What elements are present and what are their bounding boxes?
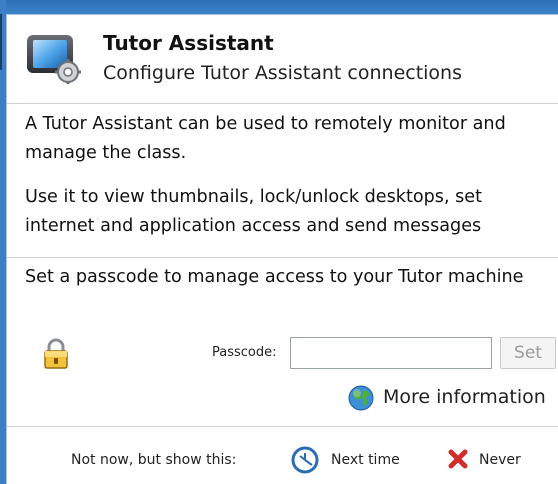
passcode-description: Set a passcode to manage access to your … — [25, 267, 524, 287]
next-time-button[interactable]: Next time — [331, 452, 400, 468]
never-button[interactable]: Never — [479, 452, 521, 468]
window-left-edge-shadow — [0, 14, 2, 70]
passcode-label: Passcode: — [212, 345, 277, 360]
section-divider — [7, 257, 558, 258]
panel-header: Tutor Assistant Configure Tutor Assistan… — [7, 15, 558, 103]
tutor-assistant-settings-icon — [27, 35, 81, 84]
footer-divider — [7, 426, 558, 427]
info-paragraph-2: Use it to view thumbnails, lock/unlock d… — [25, 187, 483, 236]
panel-subtitle: Configure Tutor Assistant connections — [103, 62, 462, 84]
more-information-label: More information — [383, 386, 546, 408]
passcode-input[interactable] — [290, 337, 492, 369]
padlock-icon — [44, 338, 68, 369]
panel-title: Tutor Assistant — [103, 31, 274, 55]
set-passcode-button[interactable]: Set — [500, 337, 556, 369]
globe-icon — [348, 385, 374, 411]
header-divider — [7, 103, 558, 104]
info-paragraph-1: A Tutor Assistant can be used to remotel… — [25, 114, 506, 163]
red-x-icon[interactable] — [447, 448, 469, 470]
window-title-bar — [0, 0, 558, 14]
clock-icon[interactable] — [291, 446, 319, 474]
footer-prompt: Not now, but show this: — [71, 452, 237, 468]
tutor-assistant-panel: Tutor Assistant Configure Tutor Assistan… — [6, 14, 558, 484]
